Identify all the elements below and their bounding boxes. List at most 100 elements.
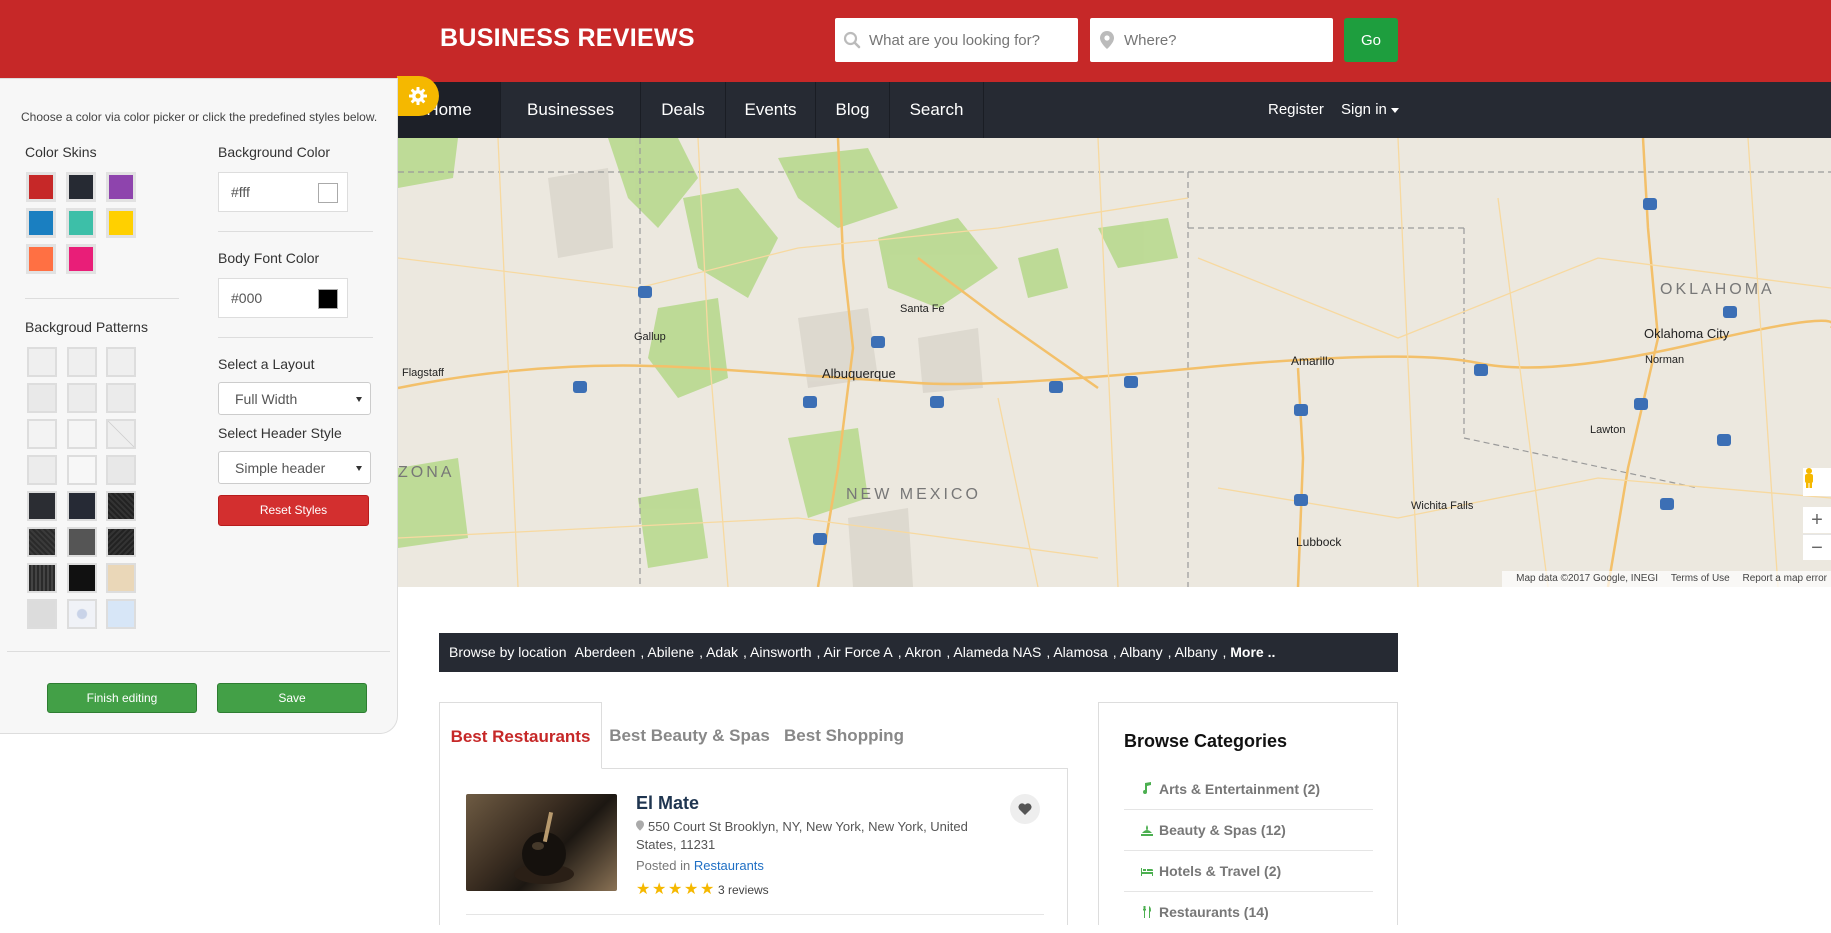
register-link[interactable]: Register — [1268, 82, 1324, 138]
pattern-swatch[interactable] — [27, 383, 57, 413]
pattern-swatch[interactable] — [67, 491, 97, 521]
category-item[interactable]: Restaurants (14) — [1124, 892, 1373, 933]
street-view-icon[interactable] — [1803, 468, 1831, 496]
where-box[interactable] — [1090, 18, 1333, 62]
pattern-swatch[interactable] — [27, 419, 57, 449]
pattern-swatch[interactable] — [27, 347, 57, 377]
signin-dropdown[interactable]: Sign in — [1341, 82, 1399, 138]
pattern-swatch[interactable] — [27, 455, 57, 485]
spa-icon — [1141, 825, 1153, 836]
pattern-swatch[interactable] — [67, 455, 97, 485]
skin-orange-swatch[interactable] — [26, 244, 56, 274]
tab-best-beauty-spas[interactable]: Best Beauty & Spas — [607, 702, 772, 769]
location-bar: Browse by location Aberdeen, Abilene, Ad… — [439, 633, 1398, 672]
skin-red-swatch[interactable] — [26, 172, 56, 202]
nav-search[interactable]: Search — [890, 82, 984, 138]
layout-select[interactable]: Full Width — [218, 382, 371, 415]
font-color-input[interactable]: #000 — [218, 278, 348, 318]
style-panel-toggle[interactable] — [397, 76, 439, 116]
heart-icon — [1018, 803, 1032, 815]
listing-address-text: 550 Court St Brooklyn, NY, New York, New… — [636, 819, 968, 852]
pattern-swatch[interactable] — [106, 491, 136, 521]
listing-thumbnail[interactable] — [466, 794, 617, 891]
star-icon: ★ — [684, 881, 699, 898]
location-link[interactable]: Alameda NAS — [953, 644, 1041, 660]
location-link[interactable]: Air Force A — [824, 644, 893, 660]
bg-color-chip[interactable] — [318, 183, 338, 203]
nav-events[interactable]: Events — [726, 82, 816, 138]
map-city-label: Lawton — [1590, 424, 1626, 436]
bg-color-input[interactable]: #fff — [218, 172, 348, 212]
header-style-select[interactable]: Simple header — [218, 451, 371, 484]
divider — [218, 231, 373, 232]
pattern-swatch[interactable] — [27, 599, 57, 629]
location-link[interactable]: Alamosa — [1053, 644, 1107, 660]
pattern-swatch[interactable] — [106, 383, 136, 413]
skin-blue-swatch[interactable] — [26, 208, 56, 238]
pattern-swatch[interactable] — [106, 347, 136, 377]
reset-styles-button[interactable]: Reset Styles — [218, 495, 369, 526]
where-input[interactable] — [1124, 31, 1324, 49]
search-input[interactable] — [869, 31, 1069, 49]
pattern-swatch[interactable] — [106, 419, 136, 449]
pattern-swatch[interactable] — [67, 563, 97, 593]
location-link[interactable]: Aberdeen — [575, 644, 636, 660]
review-count[interactable]: 3 reviews — [718, 883, 769, 897]
style-switcher-panel: Choose a color via color picker or click… — [0, 78, 398, 734]
pattern-swatch[interactable] — [27, 527, 57, 557]
font-color-chip[interactable] — [318, 289, 338, 309]
divider — [466, 914, 1044, 915]
favorite-button[interactable] — [1010, 794, 1040, 824]
zoom-out-button[interactable]: − — [1803, 534, 1831, 560]
header-style-select-value: Simple header — [235, 460, 326, 476]
pattern-swatch[interactable] — [106, 599, 136, 629]
pattern-swatch[interactable] — [106, 527, 136, 557]
finish-editing-button[interactable]: Finish editing — [47, 683, 197, 713]
pattern-swatch[interactable] — [27, 491, 57, 521]
listing-title[interactable]: El Mate — [636, 793, 699, 814]
skin-purple-swatch[interactable] — [106, 172, 136, 202]
map-view[interactable]: NEW MEXICO OKLAHOMA ZONA Albuquerque San… — [398, 138, 1831, 587]
map-city-label: Albuquerque — [822, 366, 896, 381]
map-city-label: Oklahoma City — [1644, 326, 1730, 341]
site-logo[interactable]: BUSINESS REVIEWS — [440, 24, 695, 53]
category-link[interactable]: Restaurants — [694, 858, 764, 873]
category-item[interactable]: Arts & Entertainment (2) — [1124, 769, 1373, 810]
category-item[interactable]: Beauty & Spas (12) — [1124, 810, 1373, 851]
nav-blog[interactable]: Blog — [816, 82, 890, 138]
skin-dark-swatch[interactable] — [66, 172, 96, 202]
skin-teal-swatch[interactable] — [66, 208, 96, 238]
go-button[interactable]: Go — [1344, 18, 1398, 62]
location-link[interactable]: Akron — [905, 644, 942, 660]
location-link[interactable]: Adak — [706, 644, 738, 660]
tab-best-restaurants[interactable]: Best Restaurants — [439, 702, 602, 769]
map-report-link[interactable]: Report a map error — [1743, 573, 1827, 584]
pattern-swatch[interactable] — [67, 419, 97, 449]
location-link[interactable]: Abilene — [647, 644, 694, 660]
pattern-swatch[interactable] — [67, 383, 97, 413]
save-button[interactable]: Save — [217, 683, 367, 713]
posted-in-label: Posted in — [636, 858, 691, 873]
pattern-swatch[interactable] — [67, 599, 97, 629]
tab-best-shopping[interactable]: Best Shopping — [779, 702, 909, 769]
layout-select-value: Full Width — [235, 391, 298, 407]
location-link[interactable]: Ainsworth — [750, 644, 811, 660]
skin-pink-swatch[interactable] — [66, 244, 96, 274]
skin-yellow-swatch[interactable] — [106, 208, 136, 238]
pattern-swatch[interactable] — [106, 563, 136, 593]
pattern-swatch[interactable] — [67, 347, 97, 377]
pattern-swatch[interactable] — [67, 527, 97, 557]
category-label: Restaurants (14) — [1159, 904, 1269, 920]
category-item[interactable]: Hotels & Travel (2) — [1124, 851, 1373, 892]
divider — [25, 298, 179, 299]
location-link[interactable]: Albany — [1120, 644, 1163, 660]
pattern-swatch[interactable] — [27, 563, 57, 593]
zoom-in-button[interactable]: + — [1803, 507, 1831, 533]
map-terms-link[interactable]: Terms of Use — [1671, 573, 1730, 584]
nav-businesses[interactable]: Businesses — [501, 82, 641, 138]
location-link[interactable]: Albany — [1175, 644, 1218, 660]
more-locations-link[interactable]: More .. — [1230, 644, 1275, 660]
pattern-swatch[interactable] — [106, 455, 136, 485]
search-box[interactable] — [835, 18, 1078, 62]
nav-deals[interactable]: Deals — [641, 82, 726, 138]
